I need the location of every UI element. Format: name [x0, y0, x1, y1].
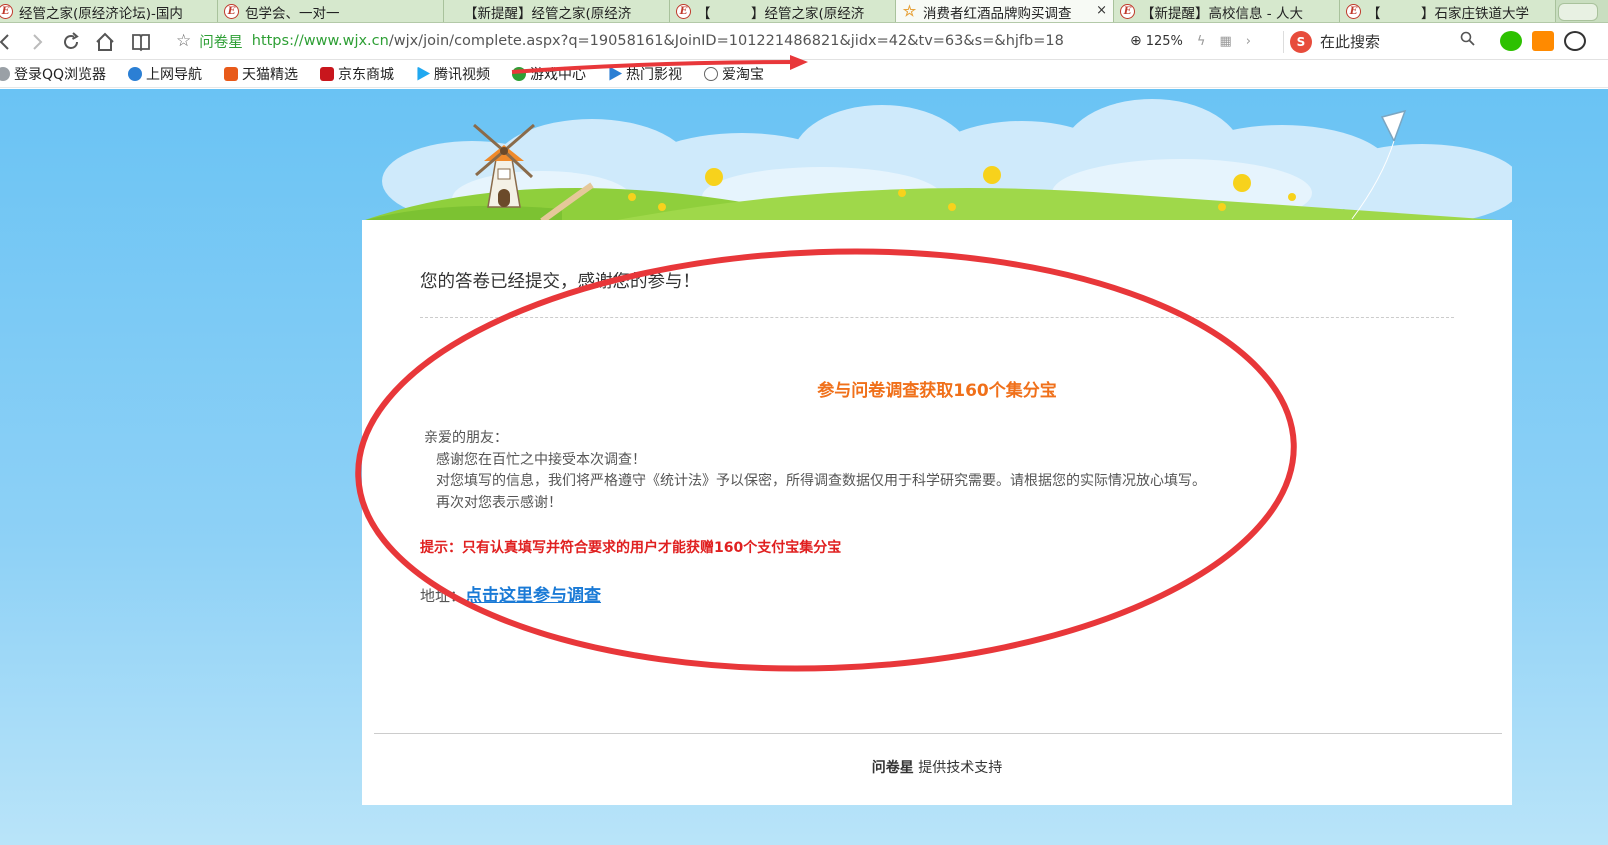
qq-browser-icon [0, 66, 10, 81]
film-icon [609, 66, 623, 81]
bookmark-label: 腾讯视频 [434, 66, 491, 83]
privacy-line: 对您填写的信息，我们将严格遵守《统计法》予以保密，所得调查数据仅用于科学研究需要… [436, 473, 1206, 489]
survey-address: 地址：点击这里参与调查 [420, 581, 601, 606]
refresh-icon [64, 32, 79, 49]
globe-icon [704, 66, 719, 81]
tencent-video-icon [417, 66, 431, 81]
reward-tip: 提示：只有认真填写并符合要求的用户才能获赠160个支付宝集分宝 [420, 540, 842, 556]
tab-title: 经管之家(原经济论坛)-国内 [19, 5, 183, 22]
chevron-right-icon[interactable]: › [1246, 34, 1251, 49]
forward-button[interactable] [24, 29, 50, 55]
address-bar[interactable]: ☆ 问卷星 https://www.wjx.cn/wjx/join/comple… [176, 27, 1288, 55]
bookmark-ai-taobao[interactable]: 爱淘宝 [704, 64, 764, 84]
bookmark-qq-login[interactable]: 登录QQ浏览器 [0, 64, 106, 84]
tab-university-info[interactable]: E 【新提醒】高校信息 - 人大 [1114, 0, 1340, 22]
jgzj-logo-icon: E [1120, 4, 1135, 19]
tab-title: 【新提醒】经管之家(原经济 [464, 5, 632, 22]
search-input[interactable]: 在此搜索 [1320, 31, 1380, 52]
tab-railway-university[interactable]: E 【 】石家庄铁道大学 [1340, 0, 1556, 22]
bookmark-label: 爱淘宝 [722, 66, 765, 83]
tmall-icon [224, 66, 239, 81]
page-viewport: 您的答卷已经提交，感谢您的参与！ 参与问卷调查获取160个集分宝 亲爱的朋友： … [0, 89, 1608, 845]
back-arrow-icon [0, 34, 9, 50]
url-path: /wjx/join/complete.aspx?q=19058161&JoinI… [388, 33, 1064, 49]
video-icon[interactable] [1532, 31, 1554, 51]
tab-title: 消费者红酒品牌购买调查 [923, 6, 1072, 22]
qr-code-icon[interactable]: ▦ [1219, 34, 1231, 49]
bookmark-jd[interactable]: 京东商城 [320, 64, 394, 84]
footer-text: 提供技术支持 [913, 760, 1003, 776]
promo-title: 参与问卷调查获取160个集分宝 [817, 381, 1057, 401]
tab-jgzj-home[interactable]: E 经管之家(原经济论坛)-国内 [0, 0, 218, 22]
bookmark-label: 天猫精选 [242, 66, 299, 83]
browser-toolbar: ☆ 问卷星 https://www.wjx.cn/wjx/join/comple… [0, 23, 1608, 60]
tab-jgzj-forum[interactable]: E 【 】经管之家(原经济 [670, 0, 896, 22]
bookmark-tencent-video[interactable]: 腾讯视频 [416, 64, 490, 84]
jd-icon [320, 66, 335, 81]
bookmark-tmall[interactable]: 天猫精选 [224, 64, 298, 84]
jgzj-logo-icon: E [1346, 4, 1361, 19]
game-icon [512, 66, 527, 81]
url-host: https://www.wjx.cn [251, 33, 389, 49]
greeting: 亲爱的朋友： [424, 430, 508, 446]
zoom-icon: ⊕ [1130, 33, 1142, 49]
jgzj-logo-icon: E [224, 4, 239, 19]
weibo-icon[interactable] [1564, 31, 1586, 51]
wechat-icon[interactable] [1500, 31, 1522, 51]
zoom-indicator[interactable]: ⊕ 125% ϟ ▦ › [1130, 33, 1251, 49]
dashed-divider [420, 317, 1454, 318]
footer-divider [374, 733, 1502, 734]
bookmark-game-center[interactable]: 游戏中心 [512, 64, 586, 84]
tab-tutoring[interactable]: E 包学会、一对一 [218, 0, 444, 22]
reader-button[interactable] [128, 29, 154, 55]
new-tab-button[interactable] [1558, 3, 1598, 21]
tab-new-reminder[interactable]: 【新提醒】经管之家(原经济 [444, 0, 670, 22]
bookmark-nav[interactable]: 上网导航 [128, 64, 202, 84]
invitation-text: 亲爱的朋友： 感谢您在百忙之中接受本次调查！ 对您填写的信息，我们将严格遵守《统… [424, 428, 1206, 514]
ie-icon [128, 66, 143, 81]
tab-title: 【新提醒】高校信息 - 人大 [1141, 5, 1303, 22]
completion-card: 您的答卷已经提交，感谢您的参与！ 参与问卷调查获取160个集分宝 亲爱的朋友： … [362, 220, 1512, 805]
survey-banner-illustration [362, 99, 1512, 221]
toolbar-extensions [1500, 31, 1586, 51]
address-label: 地址： [420, 587, 466, 605]
tab-title: 【 】石家庄铁道大学 [1367, 5, 1529, 22]
home-button[interactable] [92, 29, 118, 55]
url-text[interactable]: https://www.wjx.cn/wjx/join/complete.asp… [252, 33, 1110, 49]
tab-strip: E 经管之家(原经济论坛)-国内 E 包学会、一对一 【新提醒】经管之家(原经济… [0, 0, 1608, 23]
tab-title: 【 】经管之家(原经济 [697, 5, 865, 22]
search-icon[interactable] [1460, 31, 1475, 50]
bookmark-star-icon[interactable]: ☆ [176, 31, 191, 51]
jgzj-logo-icon: E [676, 4, 691, 19]
site-name: 问卷星 [199, 34, 243, 51]
submission-confirmation: 您的答卷已经提交，感谢您的参与！ [420, 272, 700, 292]
join-survey-link[interactable]: 点击这里参与调查 [465, 586, 601, 606]
lightning-icon[interactable]: ϟ [1197, 34, 1206, 49]
bookmarks-bar: 登录QQ浏览器 上网导航 天猫精选 京东商城 腾讯视频 游戏中心 热门影视 爱淘… [0, 60, 1608, 88]
bookmark-films[interactable]: 热门影视 [608, 64, 682, 84]
star-icon: ☆ [902, 1, 917, 20]
forward-arrow-icon [33, 34, 43, 50]
tab-wine-survey[interactable]: ☆ 消费者红酒品牌购买调查 × [896, 0, 1114, 22]
footer: 问卷星 提供技术支持 [362, 757, 1512, 777]
jgzj-logo-icon: E [0, 4, 13, 19]
refresh-button[interactable] [58, 29, 84, 55]
close-tab-icon[interactable]: × [1096, 3, 1107, 18]
tab-title: 包学会、一对一 [245, 5, 340, 22]
footer-brand[interactable]: 问卷星 [872, 760, 914, 776]
thanks-line: 感谢您在百忙之中接受本次调查！ [436, 451, 646, 468]
book-icon [132, 34, 150, 52]
search-engine-icon[interactable]: S [1290, 31, 1312, 53]
bookmark-label: 京东商城 [338, 66, 395, 83]
toolbar-divider [1283, 31, 1284, 53]
zoom-level: 125% [1145, 33, 1183, 49]
home-icon [96, 32, 114, 51]
bookmark-label: 热门影视 [626, 66, 683, 83]
bookmark-label: 登录QQ浏览器 [14, 66, 107, 83]
bookmark-label: 上网导航 [146, 66, 203, 83]
bookmark-label: 游戏中心 [530, 66, 587, 83]
gratitude-line: 再次对您表示感谢！ [436, 494, 562, 511]
back-button[interactable] [0, 29, 18, 55]
